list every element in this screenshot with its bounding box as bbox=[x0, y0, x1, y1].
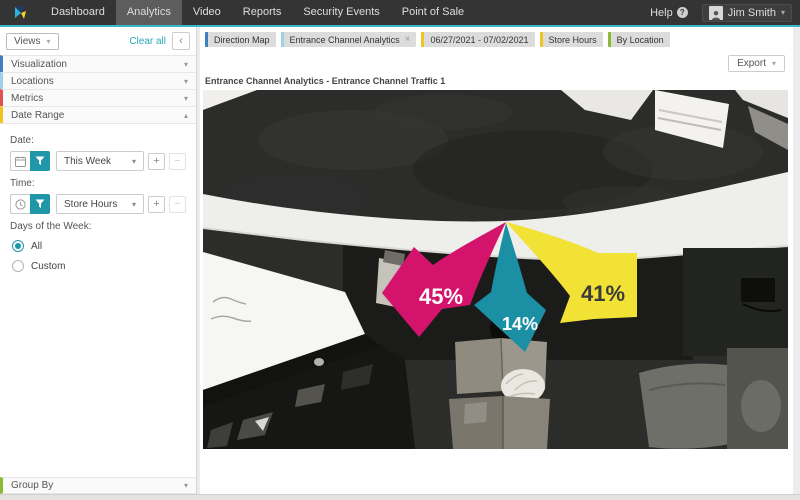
close-icon[interactable]: × bbox=[405, 35, 411, 45]
sidebar-spacer bbox=[0, 280, 196, 477]
camera-view: 45% 14% 41% bbox=[203, 90, 788, 449]
radio-all-label: All bbox=[31, 241, 42, 252]
chip-label: Store Hours bbox=[549, 35, 597, 45]
section-label: Metrics bbox=[11, 93, 43, 104]
clear-all-link[interactable]: Clear all bbox=[129, 36, 166, 47]
views-label: Views bbox=[14, 36, 41, 47]
time-filter-icon-button[interactable] bbox=[30, 194, 50, 214]
date-label: Date: bbox=[10, 135, 186, 146]
chip-direction-map[interactable]: Direction Map bbox=[205, 32, 276, 47]
date-range-panel: Date: This Week ▾ + − Time: bbox=[0, 123, 196, 280]
top-nav: Dashboard Analytics Video Reports Securi… bbox=[0, 0, 800, 25]
radio-custom[interactable]: Custom bbox=[12, 260, 186, 272]
footer-strip bbox=[0, 494, 800, 500]
calendar-icon-button[interactable] bbox=[10, 151, 30, 171]
export-button[interactable]: Export ▾ bbox=[728, 55, 785, 72]
help-icon: ? bbox=[677, 7, 688, 18]
nav-reports[interactable]: Reports bbox=[232, 0, 293, 25]
add-date-filter-button[interactable]: + bbox=[148, 153, 165, 170]
avatar-icon bbox=[709, 6, 723, 20]
radio-all[interactable]: All bbox=[12, 240, 186, 252]
chip-entrance-channel-analytics[interactable]: Entrance Channel Analytics × bbox=[281, 32, 417, 47]
chevron-up-icon: ▴ bbox=[184, 111, 188, 120]
time-select[interactable]: Store Hours ▾ bbox=[56, 194, 144, 214]
add-time-filter-button[interactable]: + bbox=[148, 196, 165, 213]
sidebar-section-group-by[interactable]: Group By ▾ bbox=[0, 477, 196, 494]
days-of-week-label: Days of the Week: bbox=[10, 221, 186, 232]
radio-custom-label: Custom bbox=[31, 261, 65, 272]
nav-point-of-sale[interactable]: Point of Sale bbox=[391, 0, 475, 25]
brand-logo-icon bbox=[12, 5, 28, 21]
date-control-row: This Week ▾ + − bbox=[10, 151, 186, 171]
camera-image: 45% 14% 41% bbox=[203, 90, 788, 449]
radio-button-icon bbox=[12, 240, 24, 252]
chip-by-location[interactable]: By Location bbox=[608, 32, 670, 47]
filter-chips-row: Direction Map Entrance Channel Analytics… bbox=[203, 27, 793, 51]
clock-icon-button[interactable] bbox=[10, 194, 30, 214]
remove-date-filter-button[interactable]: − bbox=[169, 153, 186, 170]
main-panel: Direction Map Entrance Channel Analytics… bbox=[200, 27, 793, 494]
arrow-right-percentage: 41% bbox=[581, 281, 625, 306]
arrow-center-percentage: 14% bbox=[502, 314, 538, 334]
radio-button-icon bbox=[12, 260, 24, 272]
sidebar-section-visualization[interactable]: Visualization ▾ bbox=[0, 55, 196, 72]
sidebar-section-metrics[interactable]: Metrics ▾ bbox=[0, 89, 196, 106]
help-link[interactable]: Help ? bbox=[650, 7, 688, 19]
views-dropdown[interactable]: Views ▾ bbox=[6, 33, 59, 50]
nav-security-events[interactable]: Security Events bbox=[292, 0, 390, 25]
user-name: Jim Smith bbox=[728, 7, 776, 19]
remove-time-filter-button[interactable]: − bbox=[169, 196, 186, 213]
help-label: Help bbox=[650, 7, 673, 19]
time-select-value: Store Hours bbox=[64, 199, 117, 210]
chevron-down-icon: ▾ bbox=[772, 59, 776, 68]
chevron-down-icon: ▾ bbox=[184, 60, 188, 69]
chip-label: 06/27/2021 - 07/02/2021 bbox=[430, 35, 528, 45]
chevron-down-icon: ▾ bbox=[47, 37, 51, 46]
sidebar-section-date-range[interactable]: Date Range ▴ bbox=[0, 106, 196, 123]
chip-label: Direction Map bbox=[214, 35, 270, 45]
right-wall-zone bbox=[683, 248, 788, 356]
date-filter-icon-button[interactable] bbox=[30, 151, 50, 171]
arrow-left-percentage: 45% bbox=[419, 284, 463, 309]
sidebar-toolbar: Views ▾ Clear all ‹ bbox=[0, 27, 196, 55]
chevron-down-icon: ▾ bbox=[184, 481, 188, 490]
export-label: Export bbox=[737, 58, 766, 69]
time-control-row: Store Hours ▾ + − bbox=[10, 194, 186, 214]
chevron-down-icon: ▾ bbox=[132, 200, 136, 209]
section-label: Visualization bbox=[11, 59, 67, 70]
chevron-down-icon: ▾ bbox=[132, 157, 136, 166]
chevron-down-icon: ▾ bbox=[184, 94, 188, 103]
chevron-down-icon: ▾ bbox=[781, 8, 785, 17]
sidebar-section-locations[interactable]: Locations ▾ bbox=[0, 72, 196, 89]
time-label: Time: bbox=[10, 178, 186, 189]
chip-label: Entrance Channel Analytics bbox=[290, 35, 400, 45]
nav-dashboard[interactable]: Dashboard bbox=[40, 0, 116, 25]
nav-video[interactable]: Video bbox=[182, 0, 232, 25]
user-menu[interactable]: Jim Smith ▾ bbox=[702, 4, 792, 22]
export-row: Export ▾ bbox=[203, 51, 793, 74]
chip-store-hours[interactable]: Store Hours bbox=[540, 32, 603, 47]
app-window: Dashboard Analytics Video Reports Securi… bbox=[0, 0, 800, 500]
chevron-down-icon: ▾ bbox=[184, 77, 188, 86]
chip-date-range[interactable]: 06/27/2021 - 07/02/2021 bbox=[421, 32, 534, 47]
date-select[interactable]: This Week ▾ bbox=[56, 151, 144, 171]
sidebar: Views ▾ Clear all ‹ Visualization ▾ Loca… bbox=[0, 27, 197, 494]
section-label: Group By bbox=[11, 480, 53, 491]
content-area: Views ▾ Clear all ‹ Visualization ▾ Loca… bbox=[0, 27, 800, 494]
nav-analytics[interactable]: Analytics bbox=[116, 0, 182, 25]
date-select-value: This Week bbox=[64, 156, 111, 167]
section-label: Locations bbox=[11, 76, 54, 87]
chart-title: Entrance Channel Analytics - Entrance Ch… bbox=[203, 74, 793, 90]
chip-label: By Location bbox=[617, 35, 664, 45]
collapse-sidebar-button[interactable]: ‹ bbox=[172, 32, 190, 50]
section-label: Date Range bbox=[11, 110, 64, 121]
